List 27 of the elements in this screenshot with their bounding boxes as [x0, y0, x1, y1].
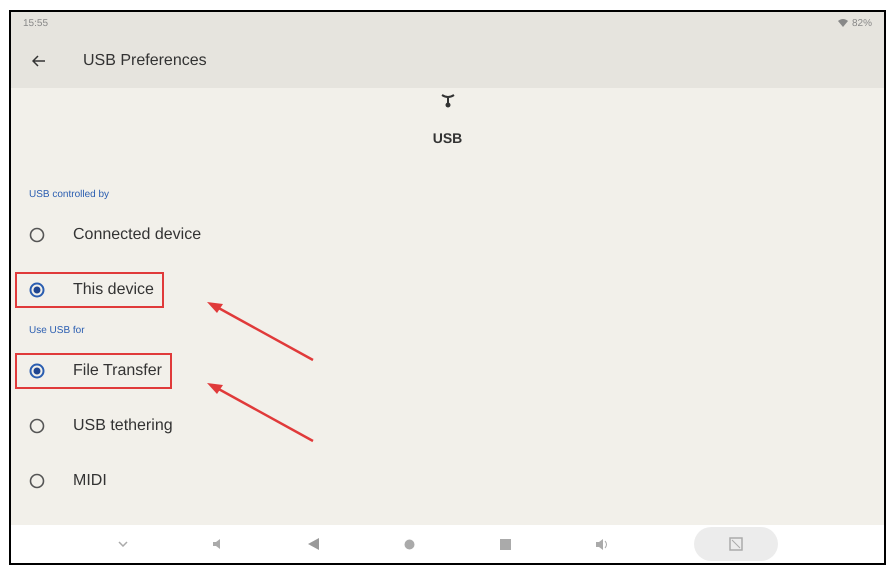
radio-selected-icon[interactable] — [29, 362, 45, 378]
battery-level: 82% — [852, 16, 872, 30]
radio-option[interactable]: Connected device — [15, 216, 210, 252]
back-icon[interactable] — [308, 538, 318, 550]
usb-icon — [440, 92, 454, 108]
volume-up-icon[interactable] — [596, 538, 608, 550]
screen-title: USB Preferences — [83, 51, 207, 71]
screenshot-icon[interactable] — [728, 537, 742, 551]
chevron-down-icon[interactable] — [118, 541, 128, 547]
radio-option[interactable]: MIDI — [15, 462, 115, 498]
radio-icon[interactable] — [29, 226, 45, 242]
status-time: 15:55 — [23, 16, 48, 30]
home-icon[interactable] — [404, 538, 414, 550]
arrow-left-icon[interactable] — [32, 55, 46, 67]
screenshot-button[interactable] — [694, 527, 778, 561]
recents-icon[interactable] — [500, 538, 510, 550]
radio-icon[interactable] — [29, 418, 45, 434]
radio-option[interactable]: This device — [15, 272, 164, 308]
wifi-icon — [838, 19, 848, 27]
section-header: USB controlled by — [28, 188, 110, 202]
volume-down-icon[interactable] — [212, 539, 222, 549]
section-header: Use USB for — [28, 324, 86, 338]
radio-option[interactable]: USB tethering — [15, 408, 181, 444]
radio-icon[interactable] — [29, 472, 45, 488]
usb-heading: USB — [432, 129, 462, 148]
radio-selected-icon[interactable] — [29, 282, 45, 298]
radio-option[interactable]: File Transfer — [15, 352, 172, 388]
